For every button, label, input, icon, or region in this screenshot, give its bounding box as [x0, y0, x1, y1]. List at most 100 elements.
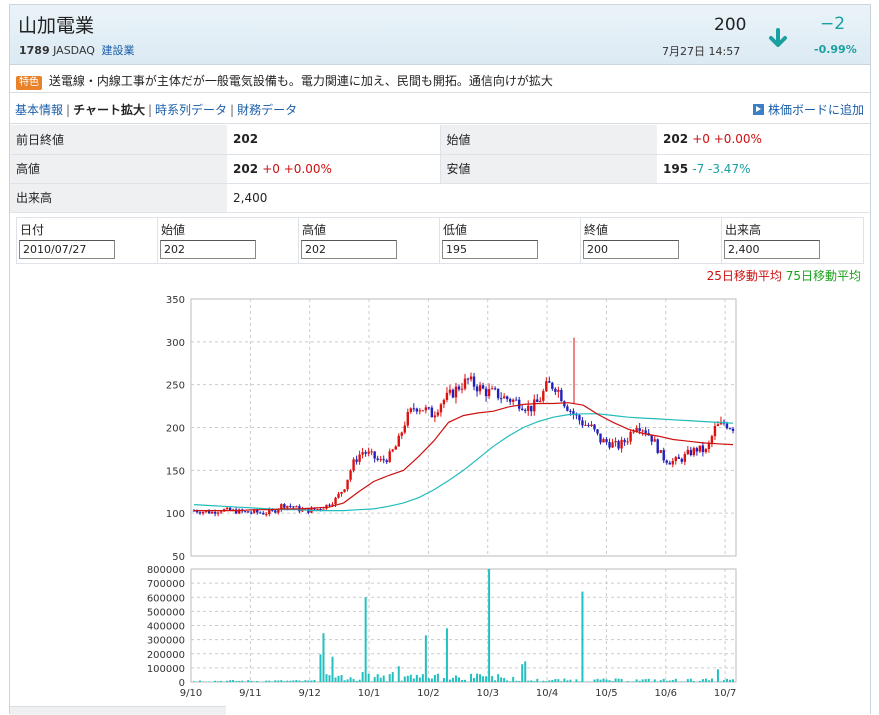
candle-body	[364, 452, 366, 454]
x-tick-label: 10/1	[358, 688, 380, 699]
volume-bar	[633, 681, 635, 682]
sector-link[interactable]: 建設業	[101, 44, 134, 57]
candle-body	[289, 506, 291, 507]
volume-bar	[720, 681, 722, 682]
candle-body	[666, 460, 668, 462]
candle-body	[708, 443, 710, 449]
ohlc-low-label: 低値	[443, 221, 467, 238]
price-tick-label: 250	[166, 381, 185, 392]
volume-bar	[298, 680, 300, 682]
candle-body	[527, 406, 529, 411]
x-tick-label: 10/5	[595, 688, 617, 699]
prev-close-label: 前日終値	[10, 125, 227, 154]
volume-bar	[578, 681, 580, 682]
volume-bar	[359, 680, 361, 682]
x-tick-label: 9/12	[298, 688, 320, 699]
candle-body	[419, 410, 421, 411]
candle-body	[563, 401, 565, 406]
open-label: 始値	[440, 125, 657, 154]
candle-body	[425, 407, 427, 410]
volume-bar	[256, 681, 258, 682]
price-change: −2	[820, 14, 845, 34]
volume-bar	[545, 681, 547, 682]
volume-bar	[193, 681, 195, 682]
ma75-line	[194, 414, 733, 511]
volume-bar	[606, 679, 608, 682]
nav-basic-info[interactable]: 基本情報	[15, 103, 63, 117]
ohlc-date-label: 日付	[20, 221, 44, 238]
candle-body	[256, 510, 258, 513]
candle-body	[614, 441, 616, 442]
ohlc-low-input[interactable]	[442, 240, 538, 259]
volume-bar	[494, 680, 496, 682]
low-change: -7 -3.47%	[692, 162, 750, 176]
volume-bar	[455, 676, 457, 682]
candle-body	[542, 391, 544, 401]
candle-body	[428, 407, 430, 408]
volume-bar	[380, 678, 382, 682]
candle-body	[521, 409, 523, 410]
volume-bar	[353, 679, 355, 682]
volume-bar	[338, 676, 340, 682]
ohlc-open-input[interactable]	[160, 240, 256, 259]
ohlc-volume-input[interactable]	[724, 240, 820, 259]
candle-body	[349, 471, 351, 480]
volume-bar	[329, 675, 331, 682]
candle-body	[379, 459, 381, 460]
volume-bar	[497, 674, 499, 682]
ohlc-close-input[interactable]	[583, 240, 679, 259]
candle-body	[611, 442, 613, 447]
volume-bar	[419, 677, 421, 682]
nav-financial[interactable]: 財務データ	[237, 103, 297, 117]
candle-body	[452, 390, 454, 398]
candle-body	[684, 454, 686, 462]
volume-bar	[515, 681, 517, 682]
table-row: 出来高 2,400	[10, 183, 870, 212]
candle-body	[274, 510, 276, 512]
candle-body	[506, 396, 508, 399]
candle-body	[599, 434, 601, 443]
volume-bar	[723, 680, 725, 682]
candle-body	[410, 408, 412, 412]
company-feature: 特色 送電線・内線工事が主体だが一般電気設備も。電力関連に加え、民間も開拓。通信…	[10, 66, 870, 93]
volume-bar	[199, 681, 201, 682]
nav-time-series[interactable]: 時系列データ	[155, 103, 227, 117]
candle-body	[220, 511, 222, 512]
volume-bar	[560, 681, 562, 682]
table-row: 高値 202 +0 +0.00% 安値 195 -7 -3.47%	[10, 154, 870, 183]
volume-bar	[289, 681, 291, 682]
volume-bar	[407, 676, 409, 682]
candle-body	[494, 388, 496, 389]
ohlc-date-input[interactable]	[19, 240, 115, 259]
table-row: 前日終値 202 始値 202 +0 +0.00%	[10, 125, 870, 154]
candle-body	[515, 400, 517, 401]
nav-separator: |	[230, 103, 234, 117]
volume-bar	[214, 681, 216, 682]
candle-body	[717, 424, 719, 426]
add-to-board-link[interactable]: 株価ボードに追加	[753, 101, 864, 118]
candle-body	[539, 401, 541, 402]
candle-body	[346, 480, 348, 490]
volume-bar	[587, 681, 589, 682]
ohlc-high-input[interactable]	[301, 240, 397, 259]
high-change: +0 +0.00%	[262, 162, 332, 176]
volume-bar	[726, 679, 728, 682]
candle-body	[479, 385, 481, 391]
quote-table: 前日終値 202 始値 202 +0 +0.00% 高値 202 +0 +0.0…	[10, 125, 870, 213]
volume-bar	[431, 679, 433, 682]
volume-bar	[521, 664, 523, 682]
candle-body	[702, 446, 704, 453]
volume-bar	[401, 681, 403, 682]
price-tick-label: 50	[172, 552, 185, 563]
volume-tick-label: 600000	[147, 593, 185, 604]
candle-body	[660, 450, 662, 453]
volume-bar	[557, 679, 559, 682]
volume-bar	[476, 674, 478, 682]
candle-body	[726, 424, 728, 429]
candle-body	[699, 446, 701, 452]
volume-bar	[304, 680, 306, 682]
volume-bar	[226, 681, 228, 682]
volume-bar	[488, 569, 490, 682]
company-subinfo: 1789 JASDAQ 建設業	[19, 42, 134, 58]
volume-bar	[383, 676, 385, 682]
